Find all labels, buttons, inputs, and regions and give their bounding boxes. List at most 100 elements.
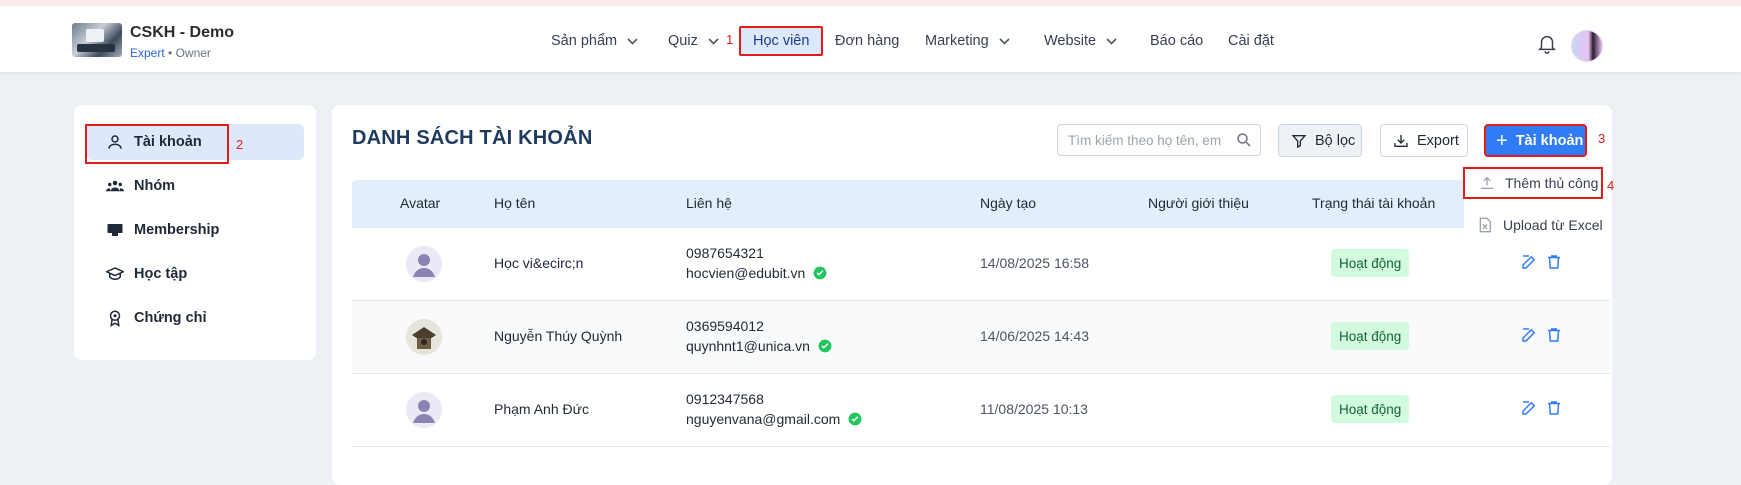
row-email: quynhnt1@unica.vn xyxy=(686,338,810,354)
avatar xyxy=(406,392,442,428)
verified-check-icon xyxy=(813,266,827,280)
sidebar-item-label: Nhóm xyxy=(134,178,176,194)
bell-icon[interactable] xyxy=(1536,32,1558,54)
filter-button[interactable]: Bộ lọc xyxy=(1278,124,1362,157)
verified-check-icon xyxy=(848,412,862,426)
annotation-1: 1 xyxy=(726,32,734,47)
verified-check-icon xyxy=(818,339,832,353)
download-icon xyxy=(1393,133,1409,149)
graduation-cap-icon xyxy=(106,265,124,283)
nav-bao-cao[interactable]: Báo cáo xyxy=(1150,30,1203,52)
search-icon[interactable] xyxy=(1235,131,1253,149)
annotation-4: 4 xyxy=(1607,178,1615,193)
chevron-down-icon xyxy=(627,33,638,49)
avatar xyxy=(406,319,442,355)
row-email-wrap: quynhnt1@unica.vn xyxy=(686,338,832,354)
sidebar-item-label: Membership xyxy=(134,222,220,238)
edit-icon[interactable] xyxy=(1520,326,1538,344)
row-name: Phạm Anh Đức xyxy=(494,401,589,417)
sidebar-item-label: Học tập xyxy=(134,266,188,282)
trash-icon[interactable] xyxy=(1545,326,1563,344)
row-created: 14/06/2025 14:43 xyxy=(980,328,1089,344)
row-phone: 0369594012 xyxy=(686,318,764,334)
nav-label: Quiz xyxy=(668,33,698,49)
row-phone: 0912347568 xyxy=(686,391,764,407)
brand-subtitle: Expert • Owner xyxy=(130,46,211,60)
dropdown-item-add-manual[interactable]: Thêm thủ công xyxy=(1463,167,1603,199)
dropdown-item-label: Upload từ Excel xyxy=(1503,217,1603,233)
nav-san-pham[interactable]: Sản phẩm xyxy=(551,30,638,52)
edit-icon[interactable] xyxy=(1520,253,1538,271)
brand-title: CSKH - Demo xyxy=(130,24,235,41)
row-created: 11/08/2025 10:13 xyxy=(980,401,1088,417)
brand-plan: Expert xyxy=(130,46,165,60)
user-avatar[interactable] xyxy=(1571,30,1603,62)
chevron-down-icon xyxy=(999,33,1010,49)
upload-icon xyxy=(1479,175,1495,191)
export-label: Export xyxy=(1417,132,1459,149)
dropdown-item-label: Thêm thủ công xyxy=(1505,175,1599,191)
trash-icon[interactable] xyxy=(1545,253,1563,271)
row-name: Học vi&ecirc;n xyxy=(494,255,584,271)
filter-icon xyxy=(1291,133,1307,149)
table-row: Học vi&ecirc;n 0987654321 hocvien@edubit… xyxy=(352,228,1610,301)
edit-icon[interactable] xyxy=(1520,399,1538,417)
highlight-box-tai-khoan xyxy=(85,124,229,164)
page-title: DANH SÁCH TÀI KHOẢN xyxy=(352,127,593,149)
group-icon xyxy=(106,177,124,195)
chevron-down-icon xyxy=(708,33,719,49)
sidebar-item-membership[interactable]: Membership xyxy=(86,212,304,248)
sidebar-item-nhom[interactable]: Nhóm xyxy=(86,168,304,204)
nav-don-hang[interactable]: Đơn hàng xyxy=(835,30,899,52)
nav-label: Đơn hàng xyxy=(835,33,900,49)
row-email: nguyenvana@gmail.com xyxy=(686,411,841,427)
row-name: Nguyễn Thúy Quỳnh xyxy=(494,328,623,344)
column-header: Ngày tạo xyxy=(980,195,1037,211)
avatar xyxy=(406,246,442,282)
trash-icon[interactable] xyxy=(1545,399,1563,417)
nav-marketing[interactable]: Marketing xyxy=(925,30,1010,52)
brand-role: • Owner xyxy=(168,46,211,60)
excel-file-icon xyxy=(1477,217,1493,233)
nav-quiz[interactable]: Quiz xyxy=(668,30,719,52)
column-header: Họ tên xyxy=(494,195,536,211)
table-row: Phạm Anh Đức 0912347568 nguyenvana@gmail… xyxy=(352,374,1610,447)
status-badge: Hoạt động xyxy=(1331,395,1410,423)
annotation-2: 2 xyxy=(236,137,244,152)
membership-icon xyxy=(106,221,124,239)
export-button[interactable]: Export xyxy=(1380,124,1468,157)
table-row: Nguyễn Thúy Quỳnh 0369594012 quynhnt1@un… xyxy=(352,301,1610,374)
status-badge: Hoạt động xyxy=(1331,322,1410,350)
sidebar-item-hoc-tap[interactable]: Học tập xyxy=(86,256,304,292)
column-header: Avatar xyxy=(400,195,441,211)
nav-hoc-vien[interactable]: Học viên xyxy=(739,26,824,56)
row-created: 14/08/2025 16:58 xyxy=(980,255,1089,271)
brand-logo[interactable] xyxy=(72,23,122,57)
filter-label: Bộ lọc xyxy=(1315,132,1356,149)
add-account-button[interactable]: + Tài khoản xyxy=(1484,124,1587,157)
nav-label: Cài đặt xyxy=(1228,33,1274,49)
sidebar-item-label: Chứng chỉ xyxy=(134,310,207,326)
status-badge: Hoạt động xyxy=(1331,249,1410,277)
nav-label: Website xyxy=(1044,33,1097,49)
certificate-icon xyxy=(106,309,124,327)
row-phone: 0987654321 xyxy=(686,245,764,261)
main-panel: DANH SÁCH TÀI KHOẢN Bộ lọc Export + Tài … xyxy=(332,105,1612,485)
column-header: Trạng thái tài khoản xyxy=(1312,195,1436,211)
annotation-3: 3 xyxy=(1598,131,1606,146)
dropdown-item-upload-excel[interactable]: Upload từ Excel xyxy=(1463,209,1651,241)
row-email: hocvien@edubit.vn xyxy=(686,265,806,281)
top-header: CSKH - Demo Expert • Owner Sản phẩm Quiz… xyxy=(0,6,1741,72)
row-email-wrap: hocvien@edubit.vn xyxy=(686,265,827,281)
search-input[interactable] xyxy=(1057,124,1261,156)
nav-label: Báo cáo xyxy=(1150,33,1204,49)
nav-label: Học viên xyxy=(753,33,810,49)
chevron-down-icon xyxy=(1106,33,1117,49)
sidebar-item-chung-chi[interactable]: Chứng chỉ xyxy=(86,300,304,336)
column-header: Liên hệ xyxy=(686,195,732,211)
nav-cai-dat[interactable]: Cài đặt xyxy=(1228,30,1274,52)
column-header: Người giới thiệu xyxy=(1148,195,1249,211)
row-email-wrap: nguyenvana@gmail.com xyxy=(686,411,862,427)
nav-label: Sản phẩm xyxy=(551,33,618,49)
nav-website[interactable]: Website xyxy=(1044,30,1117,52)
